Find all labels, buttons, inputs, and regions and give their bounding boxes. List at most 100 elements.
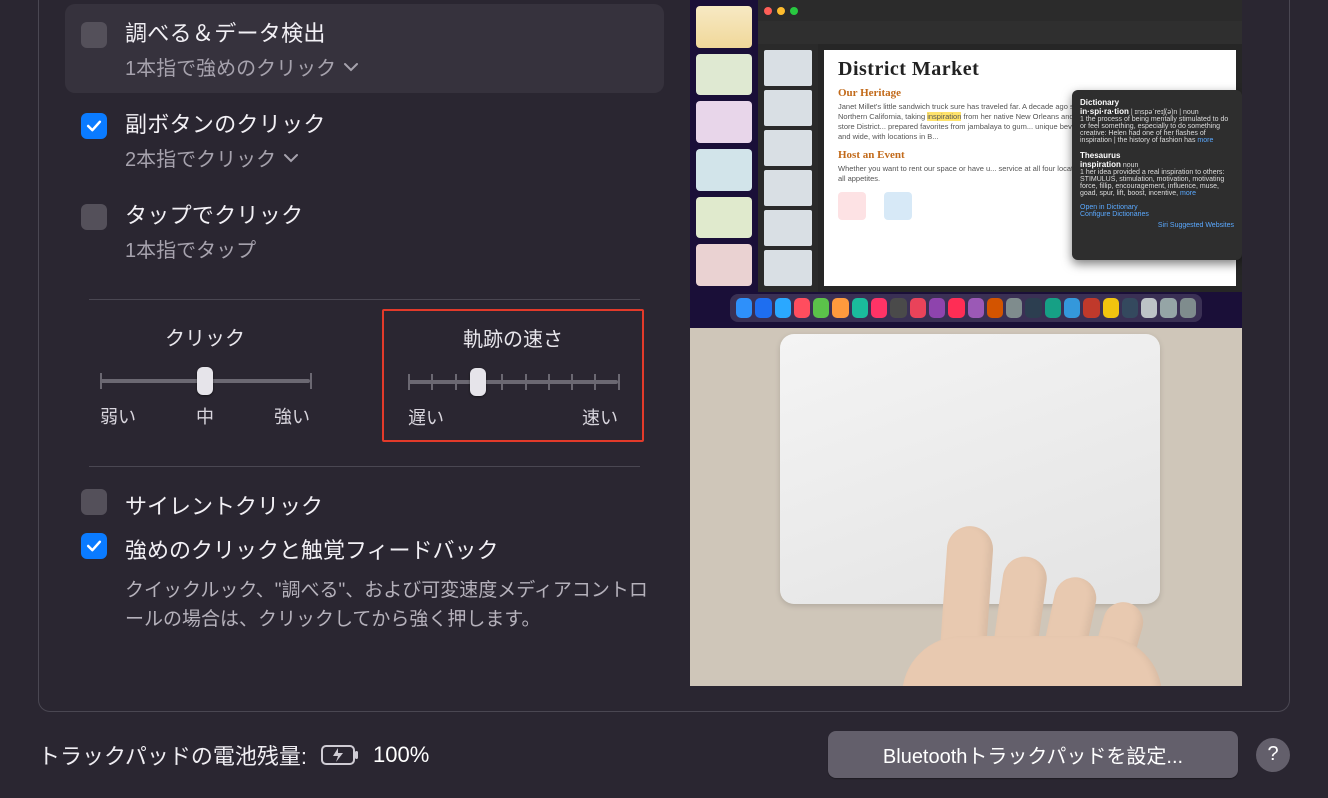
tracking-slider-ticks (408, 370, 618, 394)
dict-more-link: more (1197, 137, 1213, 144)
option-look-up-texts: 調べる＆データ検出 1本指で強めのクリック (125, 16, 358, 81)
dictionary-popover: Dictionary in·spi·ra·tion | ɪnspəˈreɪʃ(ə… (1072, 90, 1242, 260)
options-column: 調べる＆データ検出 1本指で強めのクリック 副ボタンのクリック 2本指でクリック (39, 0, 690, 711)
dock-app-icon (1064, 298, 1080, 318)
option-silent-click[interactable]: サイレントクリック (81, 489, 648, 521)
checkbox-silent-click[interactable] (81, 489, 107, 515)
tracking-slider-thumb[interactable] (470, 368, 486, 396)
click-slider-block: クリック 弱い 中 強い (85, 322, 325, 442)
option-secondary-click-subtitle[interactable]: 2本指でクリック (125, 143, 326, 172)
dock-app-icon (736, 298, 752, 318)
dock-app-icon (1083, 298, 1099, 318)
option-tap-to-click-subtitle: 1本指でタップ (125, 234, 303, 263)
checkbox-secondary-click[interactable] (81, 113, 107, 139)
dict-word: in·spi·ra·tion | ɪnspəˈreɪʃ(ə)n | noun (1080, 109, 1199, 116)
lower-options: サイレントクリック 強めのクリックと触覚フィードバック クイックルック、"調べる… (65, 489, 664, 634)
click-slider-thumb[interactable] (197, 367, 213, 395)
force-click-title: 強めのクリックと触覚フィードバック (125, 533, 499, 565)
settings-panel: 調べる＆データ検出 1本指で強めのクリック 副ボタンのクリック 2本指でクリック (38, 0, 1290, 712)
click-slider-title: クリック (165, 322, 245, 351)
preview-toolbar (758, 21, 1242, 44)
dock-app-icon (929, 298, 945, 318)
footer: トラックパッドの電池残量: 100% Bluetoothトラックパッドを設定..… (38, 731, 1290, 778)
dock-app-icon (1141, 298, 1157, 318)
tracking-slider-max: 速い (582, 404, 618, 430)
preview-dock (730, 294, 1202, 322)
divider (89, 299, 640, 300)
hand-illustration (882, 516, 1182, 686)
tracking-slider-min: 遅い (408, 404, 444, 430)
thes-definition: 1 her idea provided a real inspiration t… (1080, 169, 1224, 197)
doc-title: District Market (838, 58, 1222, 81)
preview-body: District Market Our Heritage Janet Mille… (758, 44, 1242, 292)
dock-app-icon (775, 298, 791, 318)
preview-app-window: District Market Our Heritage Janet Mille… (758, 0, 1242, 292)
battery-percent: 100% (373, 742, 429, 768)
tracking-slider-block: 軌跡の速さ (382, 309, 644, 442)
dock-app-icon (1103, 298, 1119, 318)
thesaurus-header: Thesaurus (1080, 151, 1120, 160)
battery-label: トラックパッドの電池残量: (38, 739, 307, 771)
option-tap-to-click-texts: タップでクリック 1本指でタップ (125, 198, 303, 263)
option-tap-to-click[interactable]: タップでクリック 1本指でタップ (65, 186, 664, 275)
option-force-click[interactable]: 強めのクリックと触覚フィードバック (81, 533, 648, 565)
checkbox-look-up[interactable] (81, 22, 107, 48)
close-icon (764, 7, 772, 15)
tracking-slider-title: 軌跡の速さ (463, 323, 563, 352)
option-secondary-click-title: 副ボタンのクリック (125, 107, 326, 139)
chevron-down-icon (344, 59, 358, 75)
checkbox-force-click[interactable] (81, 533, 107, 559)
dock-app-icon (832, 298, 848, 318)
chevron-down-icon (284, 150, 298, 166)
dock-app-icon (813, 298, 829, 318)
preview-document: District Market Our Heritage Janet Mille… (824, 50, 1236, 286)
setup-bluetooth-trackpad-button[interactable]: Bluetoothトラックパッドを設定... (828, 731, 1238, 778)
sliders-row: クリック 弱い 中 強い 軌跡の速さ (65, 322, 664, 442)
checkbox-tap-to-click[interactable] (81, 204, 107, 230)
dock-app-icon (948, 298, 964, 318)
click-slider-min: 弱い (100, 403, 136, 429)
option-secondary-click-texts: 副ボタンのクリック 2本指でクリック (125, 107, 326, 172)
trackpad-demo (690, 328, 1242, 686)
thes-word: inspiration noun (1080, 162, 1138, 169)
dock-app-icon (890, 298, 906, 318)
dock-app-icon (755, 298, 771, 318)
silent-click-title: サイレントクリック (125, 489, 323, 521)
click-slider[interactable] (100, 369, 310, 393)
dock-app-icon (910, 298, 926, 318)
dock-app-icon (871, 298, 887, 318)
option-secondary-click-subtitle-text: 2本指でクリック (125, 143, 276, 172)
option-look-up-subtitle[interactable]: 1本指で強めのクリック (125, 52, 358, 81)
option-secondary-click[interactable]: 副ボタンのクリック 2本指でクリック (65, 95, 664, 184)
battery-icon (321, 745, 359, 765)
preview-thumbnails (758, 44, 818, 292)
thes-more-link: more (1180, 190, 1196, 197)
dock-app-icon (1045, 298, 1061, 318)
dock-app-icon (968, 298, 984, 318)
dict-header: Dictionary (1080, 98, 1119, 107)
dict-open-link: Open in Dictionary (1080, 204, 1138, 211)
help-button[interactable]: ? (1256, 738, 1290, 772)
click-slider-labels: 弱い 中 強い (100, 403, 310, 429)
highlighted-word: inspiration (927, 112, 961, 121)
click-slider-mid: 中 (196, 403, 214, 429)
preview-sidebar-strip (690, 0, 758, 292)
zoom-icon (790, 7, 798, 15)
check-icon (84, 536, 104, 556)
option-tap-to-click-title: タップでクリック (125, 198, 303, 230)
dict-config-link: Configure Dictionaries (1080, 211, 1149, 218)
dock-app-icon (987, 298, 1003, 318)
option-look-up-title: 調べる＆データ検出 (125, 16, 358, 48)
option-look-up-subtitle-text: 1本指で強めのクリック (125, 52, 336, 81)
dock-app-icon (1006, 298, 1022, 318)
force-click-description: クイックルック、"調べる"、および可変速度メディアコントロールの場合は、クリック… (125, 577, 648, 634)
tracking-slider[interactable] (408, 370, 618, 394)
dock-app-icon (1025, 298, 1041, 318)
option-tap-to-click-subtitle-text: 1本指でタップ (125, 234, 256, 263)
preview-column: District Market Our Heritage Janet Mille… (690, 0, 1289, 711)
divider (89, 466, 640, 467)
click-slider-max: 強い (274, 403, 310, 429)
dock-app-icon (1180, 298, 1196, 318)
preview-titlebar (758, 0, 1242, 21)
option-look-up[interactable]: 調べる＆データ検出 1本指で強めのクリック (65, 4, 664, 93)
